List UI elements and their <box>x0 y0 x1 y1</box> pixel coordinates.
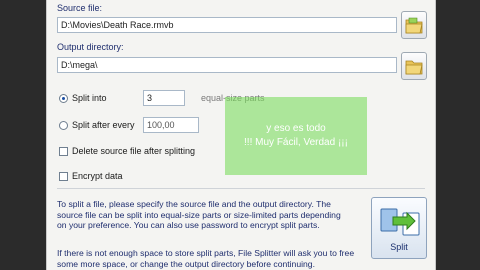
source-file-label: Source file: <box>57 3 103 13</box>
split-after-radio[interactable] <box>59 121 68 130</box>
browse-source-button[interactable] <box>401 11 427 39</box>
split-into-radio[interactable] <box>59 94 68 103</box>
split-after-size-input[interactable]: 100,00 <box>143 117 199 133</box>
browse-output-button[interactable] <box>401 52 427 80</box>
encrypt-data-label: Encrypt data <box>72 171 123 181</box>
help-line: some more space, or change the output di… <box>57 258 315 269</box>
split-button[interactable]: Split <box>371 197 427 259</box>
caption-line-2: !!! Muy Fácil, Verdad ¡¡¡ <box>244 137 348 148</box>
help-paragraph-1: To split a file, please specify the sour… <box>57 199 341 231</box>
file-splitter-dialog: Source file: D:\Movies\Death Race.rmvb O… <box>46 0 436 270</box>
help-line: To split a file, please specify the sour… <box>57 199 331 209</box>
divider <box>57 188 425 189</box>
help-line: on your preference. You can also use pas… <box>57 220 320 230</box>
source-file-input[interactable]: D:\Movies\Death Race.rmvb <box>57 17 397 33</box>
encrypt-data-checkbox[interactable] <box>59 172 68 181</box>
help-line: source file can be split into equal-size… <box>57 209 341 220</box>
help-paragraph-2: If there is not enough space to store sp… <box>57 248 354 269</box>
split-files-icon <box>380 208 420 236</box>
delete-source-label: Delete source file after splitting <box>72 146 196 156</box>
caption-line-1: y eso es todo <box>266 123 326 134</box>
output-directory-input[interactable]: D:\mega\ <box>57 57 397 73</box>
output-directory-label: Output directory: <box>57 42 124 52</box>
split-button-label: Split <box>390 242 408 252</box>
split-into-count-input[interactable]: 3 <box>143 90 185 106</box>
split-into-label: Split into <box>72 93 107 103</box>
open-folder-icon <box>405 17 423 34</box>
split-after-label: Split after every <box>72 120 135 130</box>
folder-icon <box>405 60 423 75</box>
delete-source-checkbox[interactable] <box>59 147 68 156</box>
help-line: If there is not enough space to store sp… <box>57 248 355 258</box>
caption-overlay: y eso es todo !!! Muy Fácil, Verdad ¡¡¡ <box>225 97 367 175</box>
